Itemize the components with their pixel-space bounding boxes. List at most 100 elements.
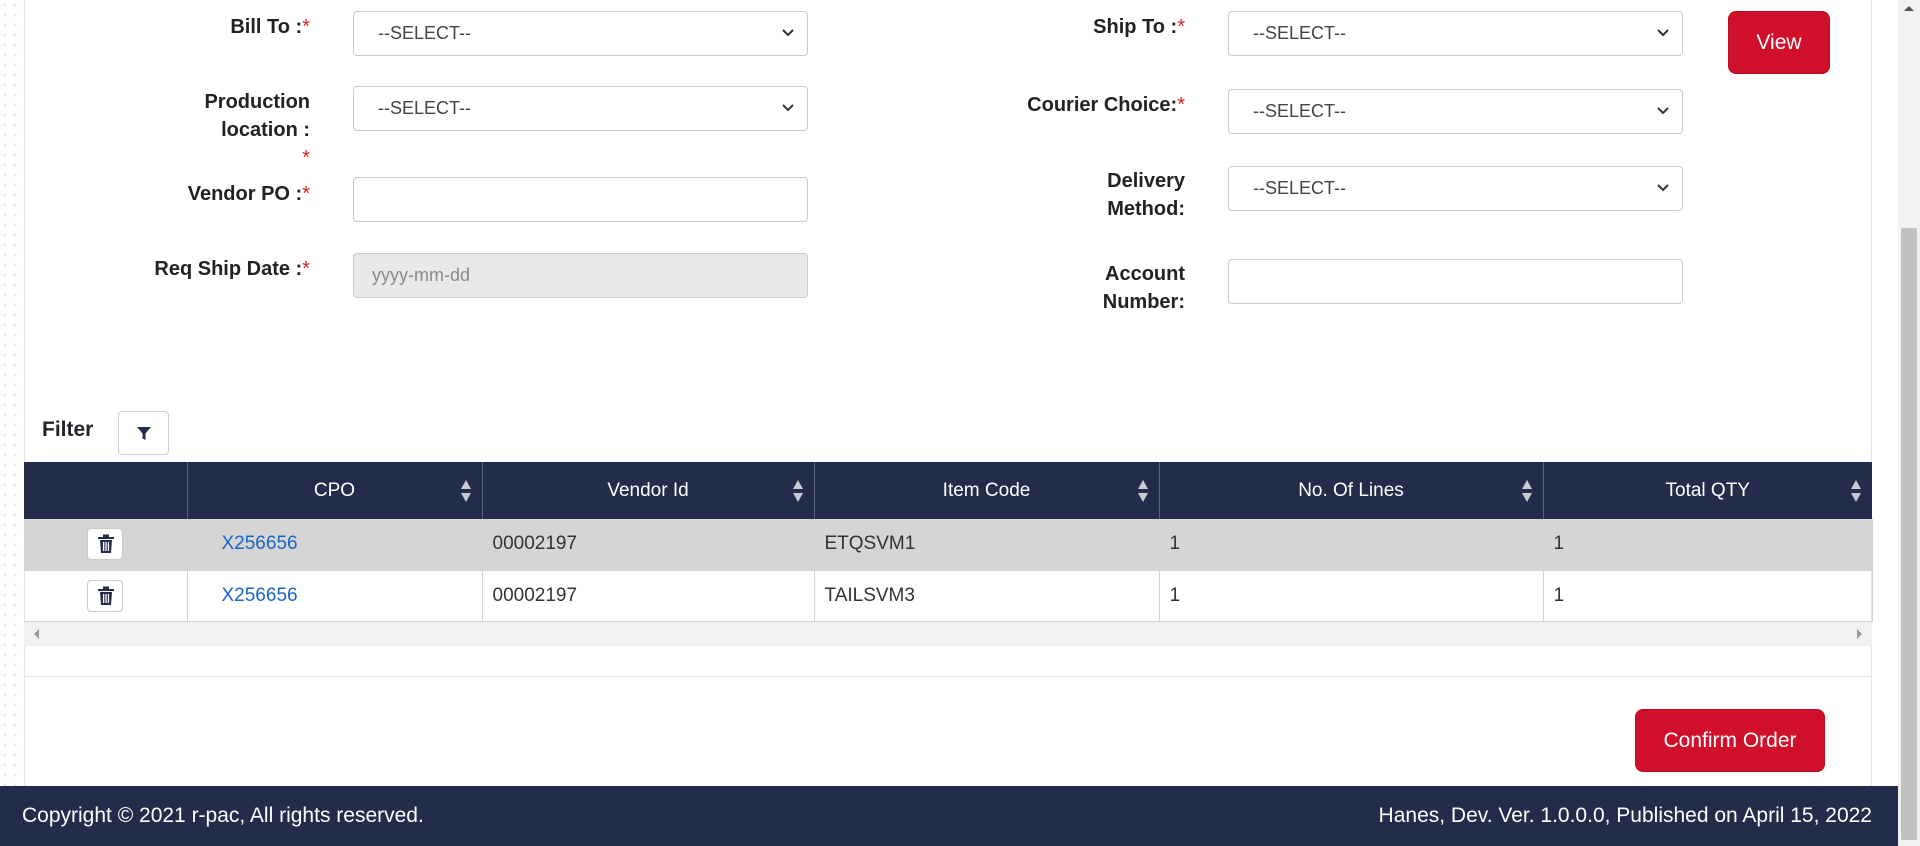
view-button-label: View [1756,31,1802,54]
ship-to-label-text: Ship To : [1093,16,1178,38]
delivery-method-value: --SELECT-- [1253,178,1347,198]
confirm-order-label: Confirm Order [1663,729,1797,752]
bill-to-select[interactable]: --SELECT-- [353,11,808,56]
column-header-label: Item Code [942,479,1031,501]
total-qty-cell: 1 [1543,570,1873,622]
req-ship-date-label: Req Ship Date :* [110,255,310,283]
required-marker: * [1177,16,1185,38]
column-header-actions [24,462,188,519]
courier-choice-label: Courier Choice:* [1000,91,1185,119]
filter-label: Filter [42,418,94,441]
item-code-cell: TAILSVM3 [814,570,1160,622]
delivery-method-label: Delivery Method: [1040,167,1185,223]
filter-button[interactable] [118,411,169,455]
delivery-method-select[interactable]: --SELECT-- [1228,166,1683,211]
chevron-down-icon [1657,184,1669,192]
column-header-total-qty[interactable]: Total QTY [1543,462,1872,519]
sort-icon[interactable] [1521,478,1533,504]
column-header-label: Total QTY [1665,479,1750,501]
column-header-label: Vendor Id [607,479,689,501]
scroll-left-icon[interactable] [32,628,40,640]
scroll-up-icon[interactable] [1903,4,1915,12]
delivery-method-label-line2: Method: [1107,198,1185,220]
delete-row-button[interactable] [87,528,124,561]
trash-icon [98,534,115,554]
cpo-cell: X256656 [187,570,483,622]
bill-to-label: Bill To :* [190,13,310,41]
delivery-method-label-line1: Delivery [1107,170,1185,192]
no-of-lines-cell: 1 [1159,519,1544,571]
confirm-order-button[interactable]: Confirm Order [1635,709,1825,772]
account-number-label-line1: Account [1105,263,1185,285]
vendor-po-label: Vendor PO :* [150,180,310,208]
version-text: Hanes, Dev. Ver. 1.0.0.0, Published on A… [1378,804,1872,827]
courier-choice-select[interactable]: --SELECT-- [1228,89,1683,134]
req-ship-date-placeholder: yyyy-mm-dd [372,265,470,285]
cpo-link[interactable]: X256656 [198,533,298,554]
required-marker: * [302,183,310,205]
courier-choice-label-text: Courier Choice: [1027,94,1178,116]
page-vertical-scrollbar[interactable] [1898,0,1920,846]
column-header-label: No. Of Lines [1298,479,1404,501]
table-row: X256656 00002197 ETQSVM1 1 1 [24,519,1873,571]
production-location-label: Production location : * [170,88,310,172]
chevron-down-icon [1657,29,1669,37]
actions-cell [24,570,188,622]
sort-icon[interactable] [792,478,804,504]
view-button[interactable]: View [1728,11,1830,74]
item-code-cell: ETQSVM1 [814,519,1160,571]
actions-cell [24,519,188,571]
vendor-po-input[interactable] [353,177,808,222]
column-header-no-of-lines[interactable]: No. Of Lines [1159,462,1544,519]
table-header-row: CPO Vendor Id Item Code No. Of Lines Tot… [24,462,1872,519]
cpo-link[interactable]: X256656 [198,585,298,606]
sort-icon[interactable] [460,478,472,504]
account-number-label-line2: Number: [1102,291,1185,313]
account-number-label: Account Number: [1040,260,1185,316]
column-header-vendor-id[interactable]: Vendor Id [482,462,815,519]
production-location-select[interactable]: --SELECT-- [353,86,808,131]
required-marker: * [302,258,310,280]
column-header-label: CPO [313,479,356,501]
table-row: X256656 00002197 TAILSVM3 1 1 [24,570,1873,622]
bill-to-value: --SELECT-- [378,23,472,43]
copyright-text: Copyright © 2021 r-pac, All rights reser… [22,804,424,827]
sort-icon[interactable] [1850,478,1862,504]
production-location-label-line2: location : [221,119,310,141]
ship-to-label: Ship To :* [1050,13,1185,41]
bill-to-label-text: Bill To : [230,16,303,38]
delete-row-button[interactable] [87,579,124,612]
table-horizontal-scrollbar[interactable] [24,622,1872,646]
divider [24,676,1872,677]
required-marker: * [1177,94,1185,116]
sort-icon[interactable] [1137,478,1149,504]
order-lines-table: CPO Vendor Id Item Code No. Of Lines Tot… [24,462,1873,622]
cpo-cell: X256656 [187,519,483,571]
vendor-po-label-text: Vendor PO : [187,183,303,205]
vendor-id-cell: 00002197 [482,519,815,571]
decorative-dot-pattern [0,0,24,786]
chevron-down-icon [782,29,794,37]
production-location-label-line1: Production [204,91,310,113]
column-header-item-code[interactable]: Item Code [814,462,1160,519]
courier-choice-value: --SELECT-- [1253,101,1347,121]
ship-to-value: --SELECT-- [1253,23,1347,43]
required-marker: * [302,147,310,169]
production-location-value: --SELECT-- [378,98,472,118]
scroll-right-icon[interactable] [1856,628,1864,640]
trash-icon [98,586,115,605]
total-qty-cell: 1 [1543,519,1873,571]
chevron-down-icon [782,104,794,112]
column-header-cpo[interactable]: CPO [187,462,483,519]
ship-to-select[interactable]: --SELECT-- [1228,11,1683,56]
req-ship-date-input[interactable]: yyyy-mm-dd [353,253,808,298]
scrollbar-thumb[interactable] [1901,228,1917,840]
req-ship-date-label-text: Req Ship Date : [154,258,303,280]
no-of-lines-cell: 1 [1159,570,1544,622]
chevron-down-icon [1657,107,1669,115]
footer: Copyright © 2021 r-pac, All rights reser… [0,786,1898,846]
vendor-id-cell: 00002197 [482,570,815,622]
required-marker: * [302,16,310,38]
account-number-input[interactable] [1228,259,1683,304]
filter-icon [137,427,151,440]
